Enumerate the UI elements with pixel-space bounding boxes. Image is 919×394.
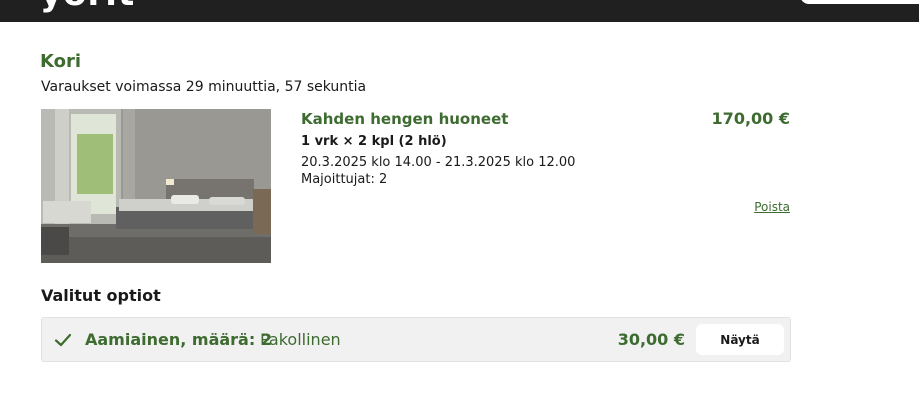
- option-mandatory-tag: Pakollinen: [260, 330, 341, 349]
- room-guests: Majoittujat: 2: [301, 172, 388, 187]
- room-price: 170,00 €: [711, 109, 790, 128]
- room-name[interactable]: Kahden hengen huoneet: [301, 110, 508, 128]
- option-row-breakfast: Aamiainen, määrä: 2 Pakollinen 30,00 € N…: [41, 317, 791, 362]
- site-logo[interactable]: yorit: [40, 0, 135, 14]
- cart-title: Kori: [40, 51, 82, 72]
- top-navigation-bar: yorit: [0, 0, 919, 22]
- reservation-timer: Varaukset voimassa 29 minuuttia, 57 seku…: [41, 79, 367, 95]
- check-icon: [53, 330, 73, 350]
- option-name: Aamiainen, määrä: 2: [85, 330, 272, 349]
- option-price: 30,00 €: [617, 330, 685, 349]
- show-option-button[interactable]: Näytä: [696, 324, 784, 355]
- header-search-pill[interactable]: [800, 0, 919, 4]
- selected-options-title: Valitut optiot: [41, 286, 161, 305]
- room-dates: 20.3.2025 klo 14.00 - 21.3.2025 klo 12.0…: [301, 155, 576, 170]
- bedroom-image: [41, 109, 271, 263]
- remove-room-link[interactable]: Poista: [754, 200, 790, 214]
- room-quantity: 1 vrk × 2 kpl (2 hlö): [301, 134, 447, 149]
- room-photo: [41, 109, 271, 263]
